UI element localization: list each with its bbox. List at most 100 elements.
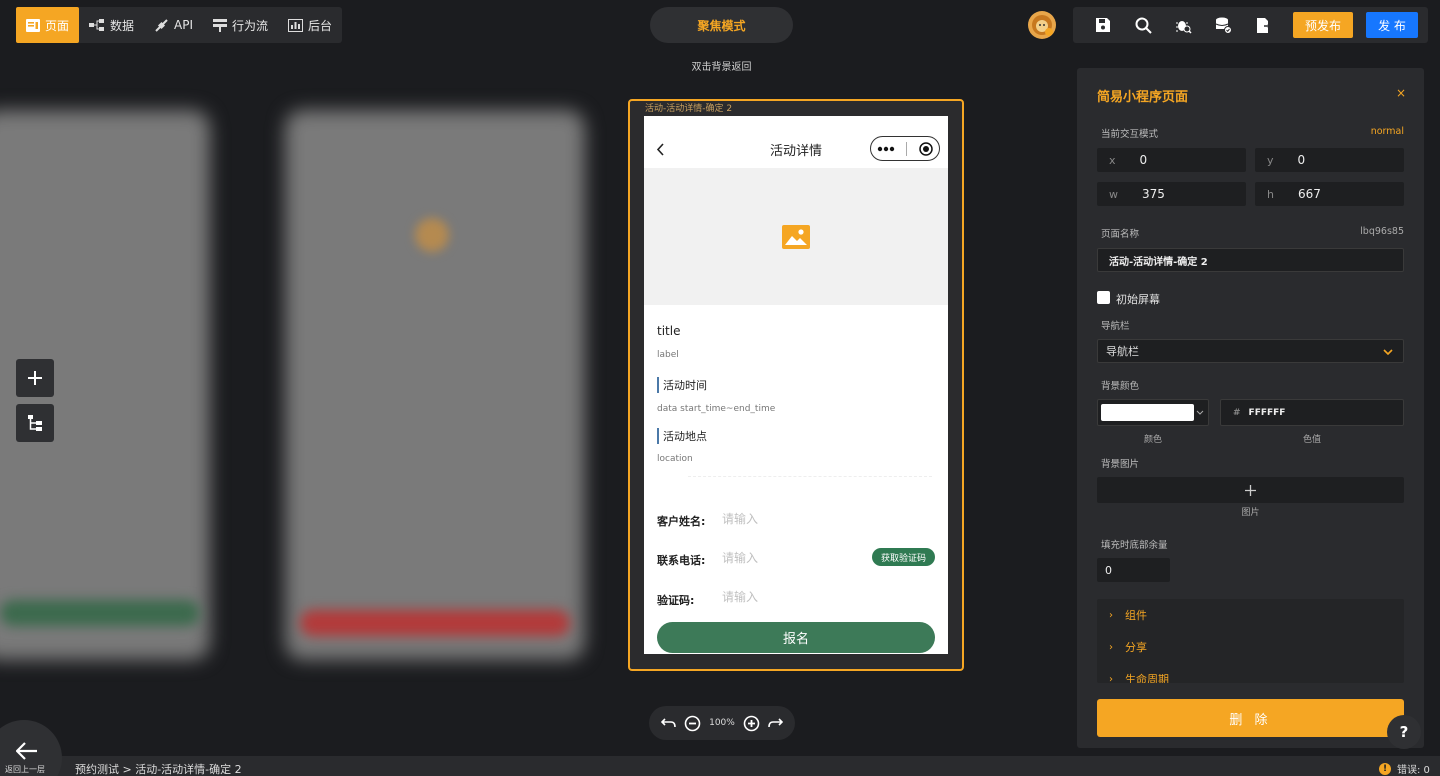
x-value[interactable]: 0 [1140,153,1148,167]
nav-tab-flow[interactable]: 行为流 [203,7,278,43]
export-button[interactable] [1243,7,1283,43]
capsule-divider [906,141,908,156]
color-swatch [1101,404,1194,421]
undo-icon[interactable] [661,718,676,728]
activity-label: label [657,350,679,360]
save-button[interactable] [1083,7,1123,43]
section-location-heading: 活动地点 [657,428,707,444]
error-count-label: 错误: 0 [1397,765,1430,776]
page-icon [26,18,40,32]
phone-label: 联系电话: [657,554,706,567]
delete-button[interactable]: 删 除 [1097,699,1404,737]
nav-tab-api-label: API [174,18,194,32]
prepublish-button[interactable]: 预发布 [1293,12,1353,38]
chevron-right-icon: › [1109,609,1113,621]
navbar-label: 导航栏 [1101,321,1130,332]
ghost-page-middle[interactable] [285,110,585,660]
zoom-out-icon[interactable] [684,715,701,732]
double-click-hint: 双击背景返回 [691,62,752,73]
phone-preview: 活动详情 title label 活动时间 data start_time~en… [644,116,948,654]
panel-close-button[interactable]: × [1396,86,1406,100]
w-field[interactable]: w 375 [1097,182,1246,206]
nav-tab-flow-label: 行为流 [232,18,269,33]
color-caption: 颜色 [1143,435,1162,445]
zoom-in-icon[interactable] [743,715,760,732]
h-value[interactable]: 667 [1298,187,1321,201]
hash-symbol: # [1233,407,1241,418]
image-placeholder [644,168,948,305]
phone-input[interactable]: 请输入 [722,549,758,566]
database-button[interactable] [1203,7,1243,43]
image-upload-button[interactable] [1097,477,1404,503]
search-button[interactable] [1123,7,1163,43]
bg-image-label: 背景图片 [1101,459,1140,470]
section-share[interactable]: › 分享 [1097,631,1404,663]
close-target-icon[interactable] [919,141,933,156]
more-dots-icon[interactable] [877,146,895,152]
ghost-page-middle-button [300,610,570,636]
tree-icon [28,415,42,431]
page-name-input[interactable]: 活动-活动详情-确定 2 [1097,248,1404,272]
redo-icon[interactable] [768,718,783,728]
nav-tab-backend[interactable]: 后台 [278,7,342,43]
get-code-button[interactable]: 获取验证码 [872,548,935,566]
w-label: w [1109,187,1118,201]
mode-value[interactable]: normal [1371,126,1404,137]
lion-avatar-icon [1032,15,1053,36]
fill-input[interactable]: 0 [1097,558,1170,582]
help-button[interactable]: ? [1387,715,1421,749]
frame-label: 活动-活动详情-确定 2 [645,104,733,114]
error-count[interactable]: ! 错误: 0 [1379,761,1430,776]
location-value: location [657,454,693,464]
x-label: x [1109,153,1116,167]
nav-tab-api[interactable]: API [144,7,203,43]
plus-icon [1245,484,1256,496]
right-toolbar: 预发布 发 布 [1073,7,1428,43]
name-label: 客户姓名: [657,515,706,528]
nav-tab-data[interactable]: 数据 [79,7,144,43]
y-value[interactable]: 0 [1298,153,1306,167]
navbar-select[interactable]: 导航栏 [1097,339,1404,363]
nav-tab-page[interactable]: 页面 [16,7,80,43]
w-value[interactable]: 375 [1142,187,1165,201]
activity-title: title [657,324,681,338]
navbar-select-value: 导航栏 [1106,345,1139,358]
section-components-label: 组件 [1125,609,1147,622]
component-tree-button[interactable] [16,404,54,442]
mini-program-capsule[interactable] [870,136,940,161]
focus-mode-button[interactable]: 聚焦模式 [650,7,793,43]
section-components[interactable]: › 组件 [1097,599,1404,631]
name-input[interactable]: 请输入 [722,510,758,527]
user-avatar[interactable] [1028,11,1056,39]
h-field[interactable]: h 667 [1255,182,1404,206]
breadcrumb[interactable]: 预约测试 > 活动-活动详情-确定 2 [75,761,242,776]
export-icon [1256,17,1271,33]
data-icon [89,19,105,31]
section-time-heading: 活动时间 [657,377,707,393]
section-lifecycle[interactable]: › 生命周期 [1097,663,1404,683]
color-value-caption: 色值 [1302,435,1321,445]
page-id: lbq96s85 [1360,226,1404,237]
initial-screen-label: 初始屏幕 [1116,293,1160,306]
y-field[interactable]: y 0 [1255,148,1404,172]
zoom-bar: 100% [649,706,795,740]
code-input[interactable]: 请输入 [722,588,758,605]
color-picker[interactable] [1097,399,1209,426]
color-hex-input[interactable]: # FFFFFF [1220,399,1404,426]
chevron-right-icon: › [1109,641,1113,653]
initial-screen-checkbox[interactable] [1097,291,1110,304]
back-label: 返回上一层 [5,765,45,774]
signup-button[interactable]: 报名 [657,622,935,653]
x-field[interactable]: x 0 [1097,148,1246,172]
top-nav: 页面 数据 API 行为流 后台 [16,7,343,43]
flow-icon [213,18,228,32]
section-lifecycle-label: 生命周期 [1125,673,1169,683]
image-icon [782,224,810,249]
add-component-button[interactable] [16,359,54,397]
database-icon [1215,17,1232,34]
api-icon [155,18,168,32]
debug-button[interactable] [1163,7,1203,43]
warning-icon: ! [1379,762,1391,775]
publish-button[interactable]: 发 布 [1366,12,1418,38]
code-label: 验证码: [657,594,695,607]
